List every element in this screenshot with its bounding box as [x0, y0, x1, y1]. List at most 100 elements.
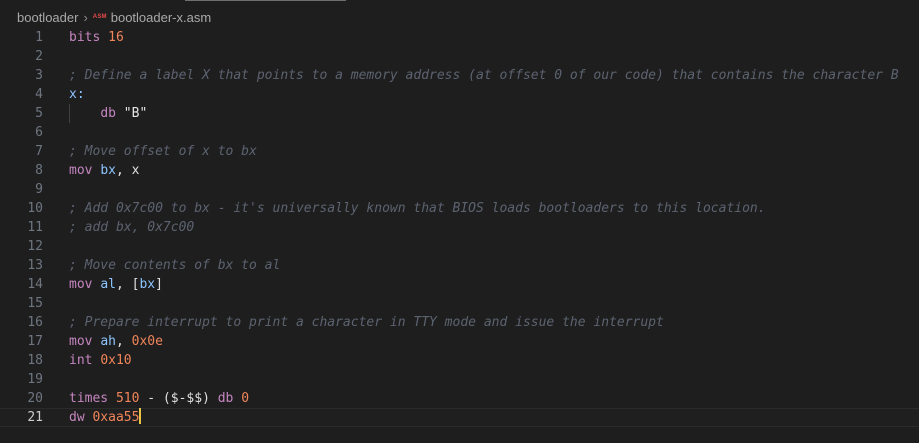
- code-line[interactable]: 6: [0, 123, 919, 142]
- code-area[interactable]: 1 bits 16 2 3 ; Define a label X that points…: [0, 28, 919, 427]
- code-token: ; Move offset of x to bx: [69, 144, 257, 159]
- code-token: "B": [123, 106, 148, 121]
- line-number: 10: [27, 201, 43, 216]
- line-text: int 0x10: [69, 351, 132, 370]
- line-text: mov ah, 0x0e: [69, 332, 163, 351]
- line-number: 5: [35, 106, 43, 121]
- code-line[interactable]: 4 x:: [0, 85, 919, 104]
- line-text: ; Move contents of bx to al: [69, 256, 280, 275]
- line-number: 12: [27, 239, 43, 254]
- line-number: 4: [35, 87, 43, 102]
- line-number: 11: [27, 220, 43, 235]
- line-number: 7: [35, 144, 43, 159]
- code-token: times: [69, 391, 116, 406]
- code-token: db: [100, 106, 124, 121]
- text-cursor: [139, 408, 142, 424]
- line-number: 19: [27, 372, 43, 387]
- asm-file-icon: ASM: [92, 14, 107, 20]
- line-number: 2: [35, 49, 43, 64]
- breadcrumb-folder[interactable]: bootloader: [17, 10, 78, 25]
- line-number: 9: [35, 182, 43, 197]
- code-token: 16: [108, 30, 124, 45]
- code-line[interactable]: 17 mov ah, 0x0e: [0, 332, 919, 351]
- breadcrumb-file[interactable]: bootloader-x.asm: [111, 10, 211, 25]
- code-token: 510: [115, 391, 140, 406]
- code-line[interactable]: 13 ; Move contents of bx to al: [0, 256, 919, 275]
- code-token: ,: [115, 334, 132, 349]
- line-number: 14: [27, 277, 43, 292]
- code-token: al: [100, 277, 116, 292]
- code-token: bx: [139, 277, 156, 292]
- code-line[interactable]: 8 mov bx, x: [0, 161, 919, 180]
- code-token: ]: [155, 277, 163, 292]
- code-token: mov: [69, 277, 101, 292]
- active-tab-indicator: [185, 0, 346, 1]
- line-number: 18: [27, 353, 43, 368]
- line-text: ; Prepare interrupt to print a character…: [69, 313, 664, 332]
- code-token: mov: [69, 163, 101, 178]
- code-line[interactable]: 16 ; Prepare interrupt to print a charact…: [0, 313, 919, 332]
- code-line[interactable]: 7 ; Move offset of x to bx: [0, 142, 919, 161]
- code-line[interactable]: 21 dw 0xaa55: [0, 408, 919, 427]
- line-number: 1: [35, 30, 43, 45]
- code-token: - ($-$$): [139, 391, 218, 406]
- line-text: mov al, [bx]: [69, 275, 163, 294]
- line-number: 8: [35, 163, 43, 178]
- line-text: mov bx, x: [69, 161, 139, 180]
- code-token: bits: [69, 30, 109, 45]
- chevron-right-icon: ›: [83, 9, 88, 25]
- code-line[interactable]: 12: [0, 237, 919, 256]
- code-token: 0xaa55: [92, 410, 140, 425]
- code-token: x: [131, 163, 140, 178]
- code-token: mov: [69, 334, 101, 349]
- line-text: bits 16: [69, 28, 124, 47]
- code-token: 0: [241, 391, 250, 406]
- code-token: ; Prepare interrupt to print a character…: [69, 315, 664, 330]
- line-text: ; add bx, 0x7c00: [69, 218, 194, 237]
- code-token: 0x0e: [131, 334, 163, 349]
- code-line[interactable]: 10 ; Add 0x7c00 to bx - it's universally …: [0, 199, 919, 218]
- code-line[interactable]: 19: [0, 370, 919, 389]
- line-text: ; Add 0x7c00 to bx - it's universally kn…: [69, 199, 766, 218]
- code-token: db: [217, 391, 242, 406]
- line-number: 3: [35, 68, 43, 83]
- code-token: dw: [69, 410, 93, 425]
- code-token: 0x10: [100, 353, 132, 368]
- line-number: 15: [27, 296, 43, 311]
- line-text: x:: [69, 85, 85, 104]
- line-text: times 510 - ($-$$) db 0: [69, 389, 249, 408]
- code-token: bx: [100, 163, 116, 178]
- code-token: , [: [115, 277, 140, 292]
- code-token: int: [69, 353, 101, 368]
- line-number: 20: [27, 391, 43, 406]
- code-line[interactable]: 11 ; add bx, 0x7c00: [0, 218, 919, 237]
- code-line[interactable]: 15: [0, 294, 919, 313]
- code-token: ah: [100, 334, 116, 349]
- line-text: ; Move offset of x to bx: [69, 142, 257, 161]
- code-token: x:: [69, 87, 85, 102]
- code-line[interactable]: 9: [0, 180, 919, 199]
- line-number: 21: [27, 410, 43, 425]
- code-line[interactable]: 18 int 0x10: [0, 351, 919, 370]
- code-token: ; add bx, 0x7c00: [69, 220, 195, 235]
- code-line[interactable]: 1 bits 16: [0, 28, 919, 47]
- code-line[interactable]: 14 mov al, [bx]: [0, 275, 919, 294]
- code-line[interactable]: 2: [0, 47, 919, 66]
- line-number: 17: [27, 334, 43, 349]
- code-editor[interactable]: bootloader › ASM bootloader-x.asm 1 bits …: [0, 0, 919, 443]
- code-line[interactable]: 3 ; Define a label X that points to a mem…: [0, 66, 919, 85]
- code-token: ; Move contents of bx to al: [69, 258, 281, 273]
- code-token: ; Define a label X that points to a memo…: [69, 68, 899, 83]
- code-token: ; Add 0x7c00 to bx - it's universally kn…: [69, 201, 766, 216]
- code-line[interactable]: 20 times 510 - ($-$$) db 0: [0, 389, 919, 408]
- line-text: dw 0xaa55: [69, 408, 142, 427]
- line-number: 16: [27, 315, 43, 330]
- line-text: ; Define a label X that points to a memo…: [69, 66, 899, 85]
- line-number: 13: [27, 258, 43, 273]
- line-text: db "B": [69, 104, 147, 123]
- line-number: 6: [35, 125, 43, 140]
- breadcrumb: bootloader › ASM bootloader-x.asm: [17, 8, 211, 26]
- code-line[interactable]: 5 db "B": [0, 104, 919, 123]
- code-token: ,: [115, 163, 132, 178]
